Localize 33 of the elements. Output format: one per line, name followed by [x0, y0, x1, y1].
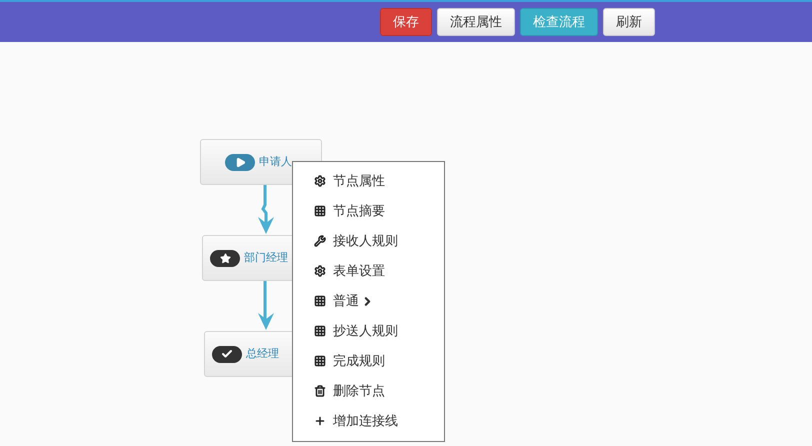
play-icon — [234, 156, 246, 168]
trash-icon — [314, 385, 326, 397]
toolbar-button[interactable]: 保存 — [380, 8, 432, 36]
menu-item-label: 抄送人规则 — [333, 322, 398, 340]
node-label: 部门经理 — [244, 250, 288, 266]
menu-item-label: 普通 — [333, 292, 359, 310]
menu-item-label: 节点属性 — [333, 172, 385, 190]
check-icon — [221, 348, 233, 360]
menu-item[interactable]: 删除节点 — [293, 376, 444, 406]
grid-icon — [314, 295, 326, 307]
menu-item[interactable]: 增加连接线 — [293, 406, 444, 436]
toolbar-button[interactable]: 刷新 — [603, 8, 655, 36]
menu-item-label: 接收人规则 — [333, 232, 398, 250]
grid-icon — [314, 325, 326, 337]
connector-arrow — [258, 185, 274, 234]
star-icon — [220, 252, 230, 264]
menu-item-label: 表单设置 — [333, 262, 385, 280]
grid-icon — [314, 205, 326, 217]
plus-icon — [314, 415, 326, 427]
grid-icon — [314, 355, 326, 367]
menu-item[interactable]: 普通 — [293, 286, 444, 316]
node-label: 申请人 — [259, 154, 292, 170]
connector-arrow — [258, 281, 274, 330]
wrench-icon — [314, 235, 326, 247]
menu-item-label: 删除节点 — [333, 382, 385, 400]
menu-item[interactable]: 节点摘要 — [293, 196, 444, 226]
node-label: 总经理 — [246, 346, 279, 362]
toolbar-button[interactable]: 流程属性 — [437, 8, 515, 36]
gear-icon — [314, 265, 326, 277]
menu-item-label: 节点摘要 — [333, 202, 385, 220]
menu-item-label: 增加连接线 — [333, 412, 398, 430]
gear-icon — [314, 175, 326, 187]
menu-item-label: 完成规则 — [333, 352, 385, 370]
